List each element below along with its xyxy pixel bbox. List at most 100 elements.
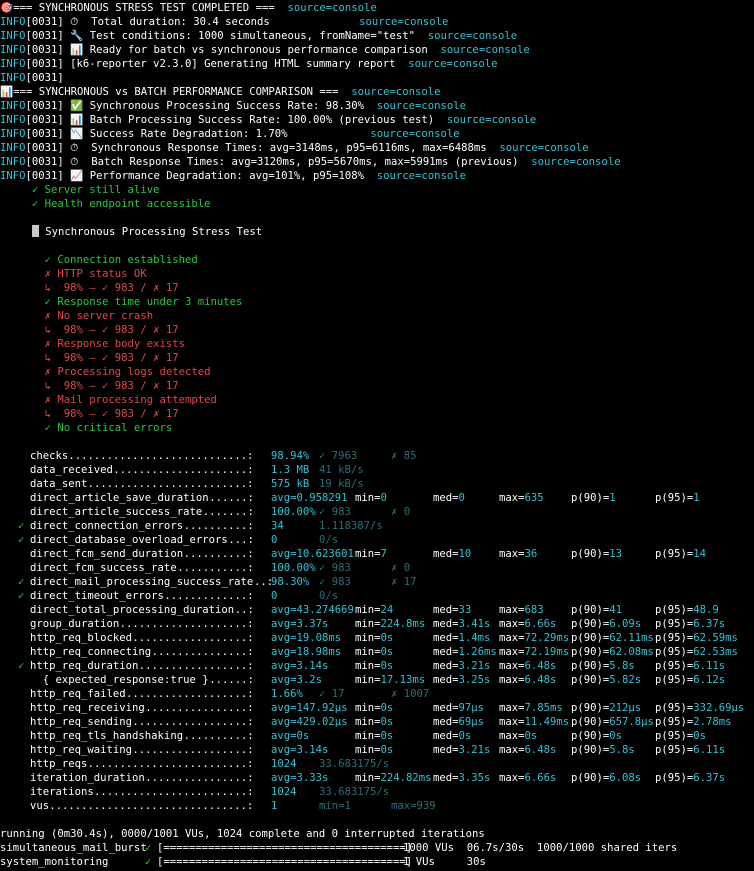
metric-stat: med=33: [433, 604, 472, 616]
metric-value: 100.00%: [271, 562, 316, 574]
log-line: 🎯=== SYNCHRONOUS STRESS TEST COMPLETED =…: [0, 1, 377, 15]
metric-secondary: 33.683175/s: [319, 758, 390, 770]
metric-dots: ................:: [145, 702, 254, 714]
metric-value: 98.94%: [271, 450, 310, 462]
target-icon: 🎯: [0, 2, 14, 14]
log-message: 📊 Ready for batch vs synchronous perform…: [63, 44, 441, 56]
metric-stat: max=72.29ms: [499, 632, 570, 644]
metric-stat: max=6.48s: [499, 744, 557, 756]
metric-stat-value: 41: [609, 604, 623, 616]
metric-value: 0: [271, 590, 278, 602]
metric-stat-value: 48.9: [693, 604, 719, 616]
scenario-progress-bar: [======================================]: [157, 842, 413, 854]
metric-secondary: 33.683175/s: [319, 786, 390, 798]
metric-stat-value: 24: [380, 604, 394, 616]
metric-stat-value: 224.8ms: [380, 618, 426, 630]
check-text: ✓ Health endpoint accessible: [0, 198, 211, 210]
log-line: INFO[0031] 📊 Batch Processing Success Ra…: [0, 113, 536, 127]
metric-dots: ...............................:: [49, 800, 254, 812]
group-check: ✓ No critical errors: [0, 421, 173, 435]
metric-stat: min=0s: [355, 716, 394, 728]
metric-name: direct_total_processing_duration: [30, 604, 235, 616]
info-prefix: INFO: [0, 44, 26, 56]
check-text: ✗ Response body exists: [0, 338, 185, 350]
metric-name: direct_database_overload_errors: [30, 534, 228, 546]
info-timestamp: [0031]: [25, 170, 64, 182]
metric-stat: p(95)=6.11s: [655, 744, 726, 756]
source-label: source=console: [376, 100, 467, 112]
metric-stat: med=0: [433, 492, 465, 504]
metric-dots: .............:: [164, 590, 254, 602]
metric-stat-value: 36: [524, 548, 538, 560]
source-label: source=console: [408, 58, 498, 70]
check-sub-result: ↳ 98% — ✓ 983 / ✗ 17: [0, 380, 179, 392]
metric-stat-value: 0s: [380, 702, 394, 714]
metric-dots: ...............:: [151, 646, 254, 658]
info-timestamp: [0031]: [25, 142, 64, 154]
metric-stat-value: 13: [609, 548, 623, 560]
group-check: ↳ 98% — ✓ 983 / ✗ 17: [0, 379, 179, 393]
metric-stat-value: 97µs: [458, 702, 485, 714]
info-prefix: INFO: [0, 170, 26, 182]
metric-dots: ..:: [234, 604, 254, 616]
check-text: ✓ Server still alive: [0, 184, 160, 196]
metric-name: http_req_tls_handshaking: [30, 730, 184, 742]
log-message: === SYNCHRONOUS vs BATCH PERFORMANCE COM…: [13, 86, 352, 98]
metric-value: 575 kB: [271, 478, 310, 490]
metric-dots: ...................:: [126, 688, 254, 700]
log-line: 📊=== SYNCHRONOUS vs BATCH PERFORMANCE CO…: [0, 85, 441, 99]
metric-stat: min=0s: [355, 632, 394, 644]
source-label: source=console: [440, 44, 530, 56]
metric-name: http_req_blocked: [30, 632, 133, 644]
metric-secondary: 0/s: [319, 590, 339, 602]
metric-stat: p(90)=1: [571, 492, 616, 504]
metric-stat: p(95)=2.78ms: [655, 716, 732, 728]
metric-value: 1024: [271, 786, 297, 798]
group-check: ✓ Response time under 3 minutes: [0, 295, 243, 309]
metric-stat: p(90)=5.8s: [571, 744, 635, 756]
metric-stat: max=683: [499, 604, 544, 616]
metric-value: avg=3.2s: [271, 674, 323, 686]
metric-stat-value: 7: [380, 548, 387, 560]
group-header: Synchronous Processing Stress Test: [0, 225, 262, 239]
metric-stat: p(90)=5.82s: [571, 674, 642, 686]
metric-dots: .....................:: [113, 464, 254, 476]
metric-stat: med=10: [433, 548, 472, 560]
metric-stat-value: 0: [380, 492, 387, 504]
metric-stat-value: 6.48s: [524, 660, 557, 672]
metric-value: 1: [271, 800, 278, 812]
log-line: INFO[0031] 📊 Ready for batch vs synchron…: [0, 43, 530, 57]
scenario-progress-bar: [======================================]: [157, 856, 413, 868]
source-label: source=console: [287, 2, 377, 14]
top-check: ✓ Server still alive: [0, 183, 160, 197]
source-label: source=console: [531, 156, 621, 168]
metric-value: 100.00%: [271, 506, 316, 518]
metric-stat-value: 5.8s: [609, 744, 635, 756]
info-timestamp: [0031]: [25, 16, 64, 28]
metric-tertiary: ✗ 17: [391, 576, 417, 588]
info-prefix: INFO: [0, 30, 26, 42]
metric-stat: p(90)=41: [571, 604, 623, 616]
metric-dots: .......:: [202, 506, 254, 518]
info-timestamp: [0031]: [25, 128, 64, 140]
metric-stat: p(95)=62.53ms: [655, 646, 738, 658]
metric-value: avg=10.623601: [271, 548, 354, 560]
metric-stat: max=6.66s: [499, 772, 557, 784]
metric-stat-value: 6.66s: [524, 618, 557, 630]
info-prefix: INFO: [0, 142, 26, 154]
metric-stat: p(90)=13: [571, 548, 623, 560]
metric-stat: min=0: [355, 492, 387, 504]
metric-value: avg=43.274669: [271, 604, 354, 616]
group-check: ↳ 98% — ✓ 983 / ✗ 17: [0, 281, 179, 295]
info-prefix: INFO: [0, 156, 26, 168]
log-message: 📊 Batch Processing Success Rate: 100.00%…: [63, 114, 447, 126]
metric-stat-value: 683: [524, 604, 544, 616]
metric-stat-value: 7.85ms: [524, 702, 563, 714]
metric-stat-value: 3.21s: [458, 660, 491, 672]
info-timestamp: [0031]: [25, 100, 64, 112]
metric-stat-value: 72.19ms: [524, 646, 570, 658]
check-text: ✓ Connection established: [0, 254, 198, 266]
metric-stat-value: 6.48s: [524, 674, 557, 686]
metric-stat-value: 0: [458, 492, 465, 504]
log-line: INFO[0031] ✅ Synchronous Processing Succ…: [0, 99, 466, 113]
